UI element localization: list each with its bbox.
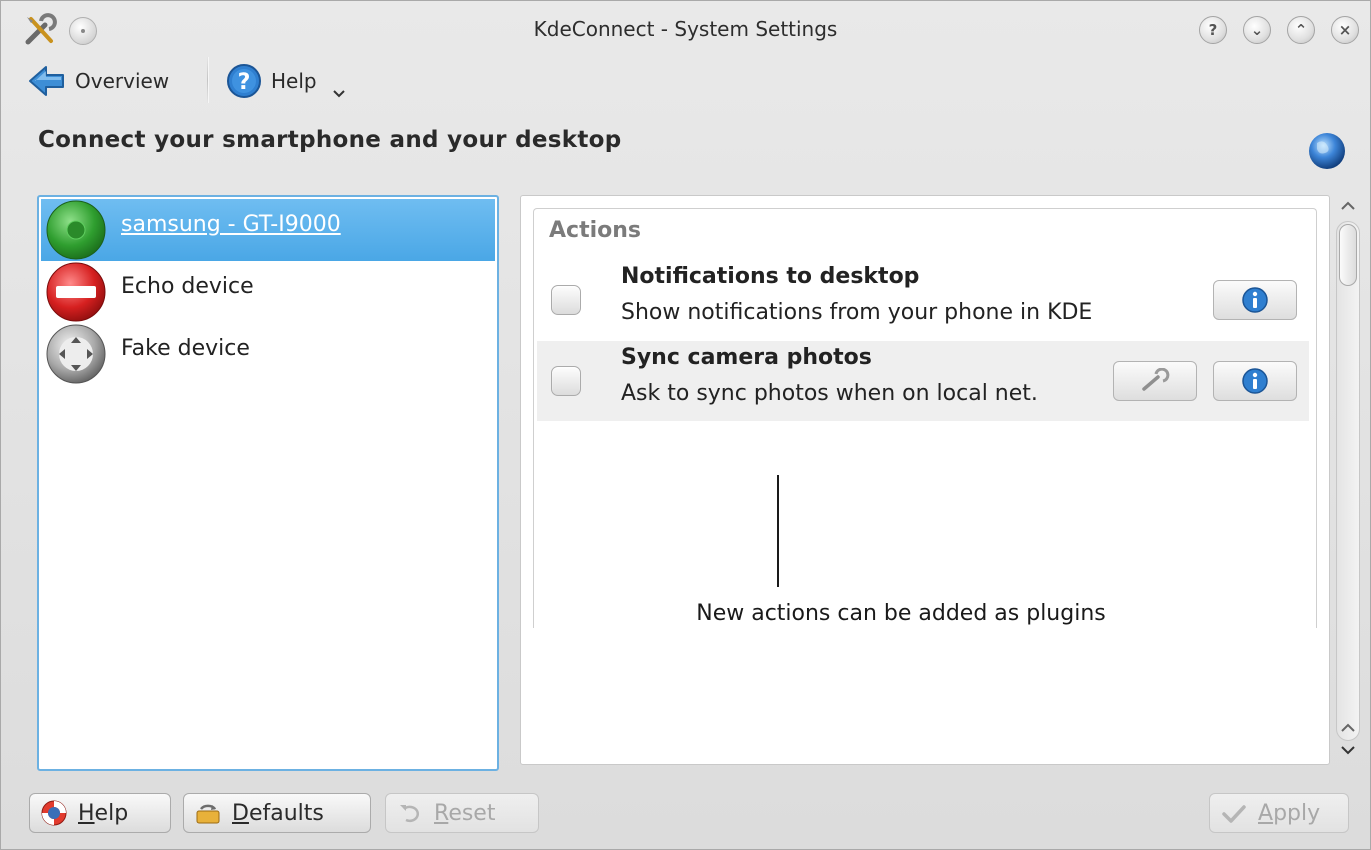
undo-icon [400, 805, 419, 823]
device-name: Fake device [121, 335, 250, 361]
connected-status-icon [46, 200, 106, 260]
device-item-fake[interactable]: Fake device [41, 323, 495, 385]
device-name: Echo device [121, 273, 254, 299]
info-icon [1242, 368, 1268, 394]
arrow-left-icon [29, 66, 64, 96]
minimize-button[interactable]: ⌄ [1243, 16, 1271, 44]
reset-button-label: Reset [434, 800, 496, 826]
help-menu-button[interactable]: ? Help [225, 59, 347, 103]
help-button-label: Help [78, 800, 129, 826]
sync-photos-checkbox[interactable] [551, 366, 581, 396]
wrench-icon [1142, 368, 1170, 391]
sync-photos-info-button[interactable] [1213, 361, 1297, 401]
lifebuoy-icon [41, 800, 67, 826]
overview-label: Overview [75, 69, 170, 93]
device-item-echo[interactable]: Echo device [41, 261, 495, 323]
defaults-button-label: Defaults [232, 800, 324, 826]
overview-button[interactable]: Overview [27, 59, 169, 103]
blocked-status-icon [46, 262, 106, 322]
scroll-up-small-arrow-icon[interactable] [1337, 719, 1359, 741]
globe-icon [1309, 133, 1345, 169]
help-label: Help [271, 69, 317, 93]
info-icon [1242, 287, 1268, 313]
toolbar-separator [207, 57, 209, 103]
plugin-description: Show notifications from your phone in KD… [621, 300, 1093, 325]
scrollbar-thumb[interactable] [1339, 224, 1357, 286]
plugin-name: Notifications to desktop [621, 264, 920, 289]
plugin-row-sync-photos: Sync camera photos Ask to sync photos wh… [537, 341, 1309, 421]
notifications-checkbox[interactable] [551, 285, 581, 315]
page-title: Connect your smartphone and your desktop [38, 127, 622, 153]
device-item-samsung[interactable]: samsung - GT-I9000 [41, 199, 495, 261]
maximize-button[interactable]: ⌃ [1287, 16, 1315, 44]
notifications-info-button[interactable] [1213, 280, 1297, 320]
window-title: KdeConnect - System Settings [533, 17, 838, 41]
reset-button[interactable]: Reset [385, 793, 539, 833]
svg-text:?: ? [238, 70, 251, 95]
help-button[interactable]: Help [29, 793, 171, 833]
defaults-button[interactable]: Defaults [183, 793, 371, 833]
apply-button[interactable]: Apply [1209, 793, 1349, 833]
system-settings-window: KdeConnect - System Settings ? ⌄ ⌃ × Ove… [0, 0, 1371, 850]
scrollbar-track[interactable] [1336, 221, 1360, 741]
chevron-down-icon [332, 90, 345, 98]
plugin-row-notifications: Notifications to desktop Show notificati… [537, 260, 1309, 340]
sync-photos-configure-button[interactable] [1113, 361, 1197, 401]
context-help-button[interactable]: ? [1199, 16, 1227, 44]
device-list[interactable]: samsung - GT-I9000 Echo device Fake devi… [37, 195, 499, 771]
callout-line [777, 475, 779, 587]
apply-button-label: Apply [1258, 800, 1321, 826]
actions-group-title: Actions [549, 218, 641, 243]
device-settings-panel: Actions Notifications to desktop Show no… [520, 195, 1330, 765]
device-name: samsung - GT-I9000 [121, 211, 341, 237]
checkmark-icon [1222, 805, 1246, 823]
scroll-down-arrow-icon[interactable] [1337, 741, 1359, 763]
title-bar[interactable]: KdeConnect - System Settings ? ⌄ ⌃ × [1, 1, 1370, 57]
unknown-device-icon [46, 324, 106, 384]
callout-text: New actions can be added as plugins [696, 601, 1106, 626]
plugin-name: Sync camera photos [621, 345, 872, 370]
restore-defaults-icon [196, 804, 220, 824]
plugin-description: Ask to sync photos when on local net. [621, 381, 1038, 406]
scroll-up-arrow-icon[interactable] [1337, 197, 1359, 219]
help-icon: ? [227, 64, 261, 98]
vertical-scrollbar[interactable] [1333, 195, 1363, 769]
close-button[interactable]: × [1331, 16, 1359, 44]
